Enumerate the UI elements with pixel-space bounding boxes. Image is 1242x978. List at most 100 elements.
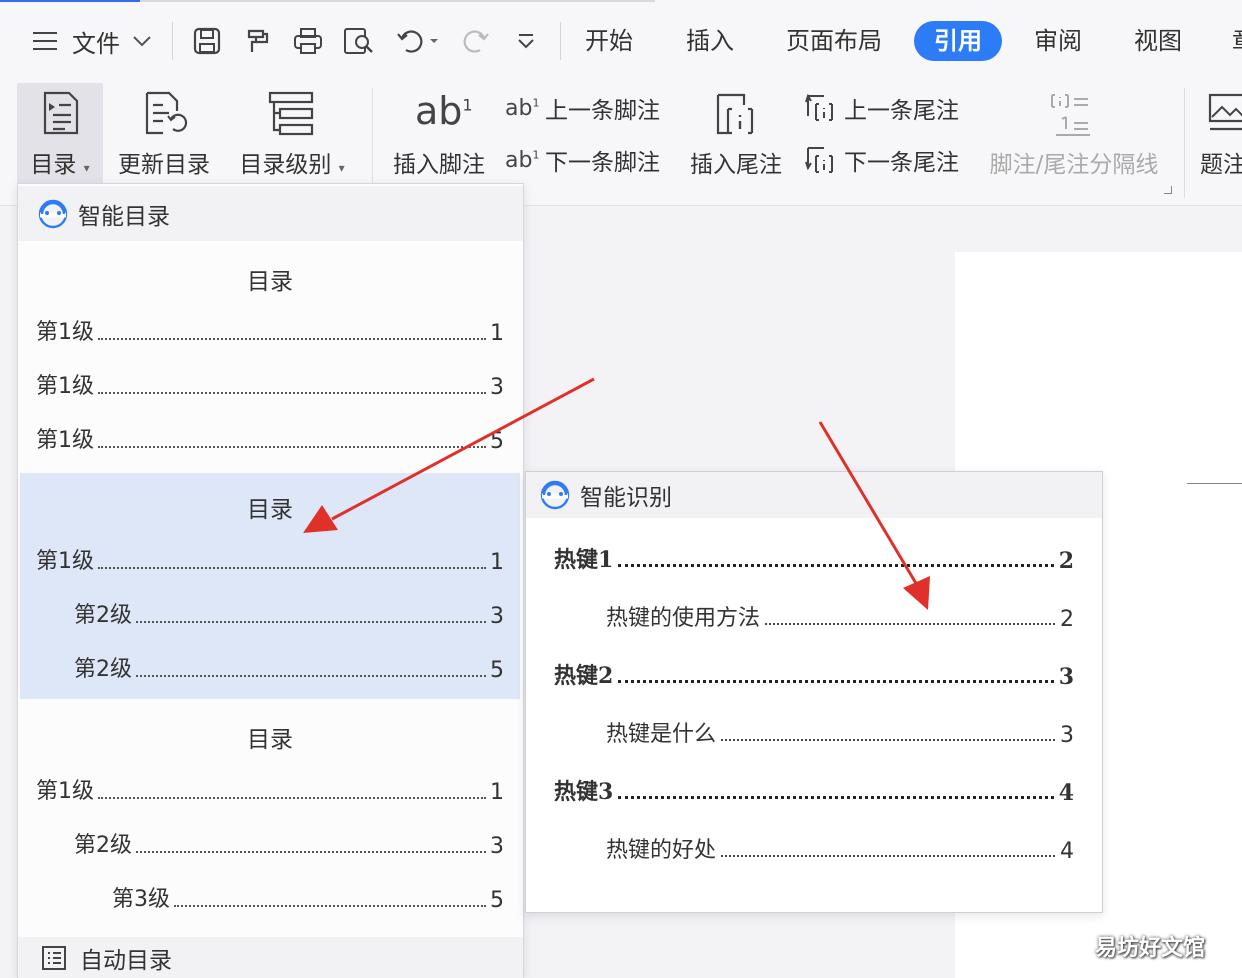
toc-preview-title: 目录	[247, 269, 293, 295]
undo-icon	[397, 30, 438, 53]
toc-preview-row: 第1级 1	[36, 320, 504, 346]
more-icon	[518, 34, 534, 49]
update-toc-icon	[145, 91, 188, 135]
toc-preview-row: 第1级 1	[36, 549, 504, 575]
smart-recognition-panel[interactable]: 智能识别 热键1 2 热键的使用方法 2 热键2 3 热键是什么 3 热键3 4 热键的好…	[525, 471, 1103, 913]
tab-bar: 文件 开始 插入 页面布局 引用 审阅 视图 章	[0, 0, 1242, 80]
undo-button[interactable]	[396, 22, 442, 60]
chevron-down-icon	[133, 36, 151, 47]
separator-line-label: 脚注/尾注分隔线	[989, 152, 1159, 178]
redo-button[interactable]	[460, 22, 490, 60]
insert-endnote-button[interactable]: 插入尾注	[684, 83, 788, 183]
toc-style-preview-2[interactable]: 目录 第1级 1 第2级 3 第2级 5	[20, 473, 520, 699]
save-button[interactable]	[192, 22, 222, 60]
next-footnote-icon: ab1	[505, 147, 540, 173]
auto-toc-item[interactable]: 自动目录	[18, 937, 523, 978]
auto-toc-icon	[42, 946, 66, 970]
smart-toc-row: 热键3 4	[554, 779, 1074, 806]
divider	[372, 88, 373, 198]
tab-view[interactable]: 视图	[1134, 22, 1182, 60]
toc-style-preview-1[interactable]: 目录 第1级 1 第1级 3 第1级 5	[20, 244, 520, 470]
smart-toc-row: 热键的使用方法 2	[606, 606, 1074, 632]
watermark-text: 易坊好文馆	[1095, 936, 1206, 961]
print-icon	[294, 28, 322, 54]
caption-icon	[1208, 93, 1242, 131]
toc-preview-row: 第3级 5	[112, 887, 504, 913]
tab-bar-active-indicator	[0, 0, 140, 2]
redo-icon	[463, 30, 489, 53]
caption-label: 题注	[1200, 152, 1242, 178]
smart-toc-label: 智能目录	[78, 203, 170, 230]
smart-toc-icon	[38, 199, 68, 228]
print-preview-icon	[344, 28, 373, 54]
quick-access-more-button[interactable]	[514, 22, 538, 60]
footnote-icon: ab1	[415, 89, 473, 133]
next-footnote-label: 下一条脚注	[545, 150, 660, 176]
tab-page-layout[interactable]: 页面布局	[786, 22, 882, 60]
endnote-icon	[716, 93, 754, 135]
separator-line-button: 脚注/尾注分隔线	[982, 83, 1166, 183]
print-button[interactable]	[292, 22, 324, 60]
divider	[1184, 88, 1185, 198]
toc-preview-row: 第1级 3	[36, 374, 504, 400]
smart-recognition-header: 智能识别	[526, 472, 1102, 518]
divider	[560, 22, 561, 60]
smart-recognition-icon	[540, 480, 570, 510]
prev-endnote-icon	[805, 93, 833, 121]
dropdown-arrow-icon: ▾	[338, 161, 345, 175]
smart-toc-row: 热键1 2	[554, 547, 1074, 574]
toc-button[interactable]: 目录 ▾	[17, 83, 103, 183]
toc-preview-row: 第1级 5	[36, 428, 504, 454]
auto-toc-label: 自动目录	[80, 948, 172, 974]
format-painter-button[interactable]	[243, 22, 273, 60]
print-preview-button[interactable]	[342, 22, 376, 60]
tab-references[interactable]: 引用	[914, 21, 1002, 61]
toc-style-preview-3[interactable]: 目录 第1级 1 第2级 3 第3级 5	[20, 703, 520, 929]
prev-footnote-icon: ab1	[505, 95, 540, 121]
insert-footnote-label: 插入脚注	[393, 152, 485, 178]
tab-home[interactable]: 开始	[585, 22, 633, 60]
toc-preview-row: 第2级 5	[74, 657, 504, 683]
smart-toc-header: 智能目录	[18, 186, 523, 241]
prev-footnote-button[interactable]: ab1 上一条脚注	[505, 88, 660, 128]
toc-level-label: 目录级别 ▾	[239, 152, 345, 178]
toc-preview-title: 目录	[247, 497, 293, 523]
next-endnote-icon	[805, 147, 833, 173]
update-toc-label: 更新目录	[118, 152, 210, 178]
toc-preview-row: 第2级 3	[74, 603, 504, 629]
toc-icon	[43, 91, 79, 135]
insert-footnote-button[interactable]: ab1 插入脚注	[385, 83, 493, 183]
prev-endnote-button[interactable]: 上一条尾注	[804, 88, 959, 128]
caption-button[interactable]: 题注	[1198, 83, 1242, 183]
menu-icon	[33, 32, 57, 50]
toc-level-icon	[268, 91, 314, 136]
next-footnote-button[interactable]: ab1 下一条脚注	[505, 140, 660, 180]
prev-footnote-label: 上一条脚注	[545, 98, 660, 124]
toc-preview-row: 第1级 1	[36, 779, 504, 805]
smart-toc-row: 热键是什么 3	[606, 722, 1074, 748]
toc-preview-row: 第2级 3	[74, 833, 504, 859]
separator-line-icon	[1051, 94, 1090, 136]
insert-endnote-label: 插入尾注	[690, 152, 782, 178]
smart-toc-row: 热键2 3	[554, 663, 1074, 690]
next-endnote-label: 下一条尾注	[844, 150, 959, 176]
save-icon	[193, 27, 221, 55]
next-endnote-button[interactable]: 下一条尾注	[804, 140, 959, 180]
dialog-launcher-icon[interactable]	[1164, 186, 1172, 194]
file-menu-label: 文件	[72, 29, 120, 58]
toc-preview-title: 目录	[247, 727, 293, 753]
toc-level-button[interactable]: 目录级别 ▾	[232, 83, 352, 183]
smart-toc-row: 热键的好处 4	[606, 838, 1074, 864]
dropdown-arrow-icon: ▾	[83, 161, 90, 175]
format-painter-icon	[247, 29, 269, 52]
prev-endnote-label: 上一条尾注	[844, 98, 959, 124]
toc-button-label: 目录 ▾	[30, 152, 90, 178]
toc-dropdown-panel: 智能目录 目录 第1级 1 第1级 3 第1级 5 目录 第1级 1 第2级 3 第2级 5…	[17, 183, 524, 978]
document-rule-line	[1187, 483, 1242, 484]
tab-review[interactable]: 审阅	[1034, 22, 1082, 60]
file-menu-button[interactable]: 文件	[30, 22, 152, 60]
smart-recognition-title: 智能识别	[580, 485, 672, 511]
tab-chapter[interactable]: 章	[1232, 22, 1242, 60]
update-toc-button[interactable]: 更新目录	[113, 83, 215, 183]
tab-insert[interactable]: 插入	[686, 22, 734, 60]
